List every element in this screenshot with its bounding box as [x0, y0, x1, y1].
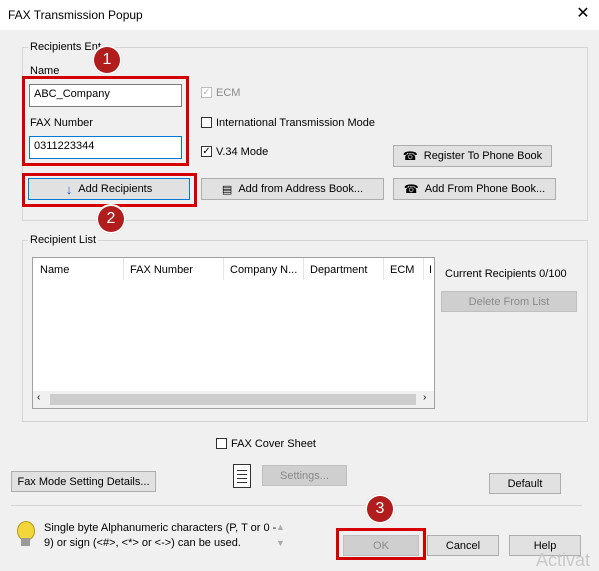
fax-number-field[interactable]: 0311223344: [29, 136, 182, 159]
add-recipients-label: Add Recipients: [78, 183, 153, 195]
cancel-button[interactable]: Cancel: [427, 535, 499, 556]
column-header-department[interactable]: Department: [310, 264, 367, 276]
scroll-left-icon[interactable]: ‹: [37, 392, 40, 403]
close-icon[interactable]: ✕: [574, 4, 592, 24]
lightbulb-icon: [15, 521, 37, 551]
add-recipients-button[interactable]: ↓ Add Recipients: [28, 178, 190, 200]
hint-text-line1: Single byte Alphanumeric characters (P, …: [44, 522, 277, 534]
activation-watermark: Activat: [536, 550, 591, 570]
recipient-table[interactable]: Name FAX Number Company N... Department …: [32, 257, 435, 409]
divider: [11, 505, 582, 506]
column-divider: [223, 258, 224, 280]
hint-text-line2: 9) or sign (<#>, <*> or <->) can be used…: [44, 537, 241, 549]
v34-mode-checkbox[interactable]: ✓: [201, 146, 212, 157]
column-divider: [383, 258, 384, 280]
column-divider: [303, 258, 304, 280]
horizontal-scrollbar[interactable]: ‹ ›: [33, 391, 434, 408]
default-button[interactable]: Default: [489, 473, 561, 494]
intl-mode-label: International Transmission Mode: [216, 117, 375, 129]
column-divider: [423, 258, 424, 280]
register-phone-book-label: Register To Phone Book: [423, 150, 543, 162]
scroll-thumb[interactable]: [50, 394, 416, 405]
delete-from-list-button[interactable]: Delete From List: [441, 291, 577, 312]
arrow-down-icon: ↓: [65, 181, 73, 197]
table-header: Name FAX Number Company N... Department …: [33, 258, 434, 282]
column-header-company[interactable]: Company N...: [230, 264, 297, 276]
column-header-name[interactable]: Name: [40, 264, 69, 276]
column-header-ecm[interactable]: ECM: [390, 264, 414, 276]
document-icon: [233, 464, 251, 488]
add-address-book-label: Add from Address Book...: [238, 183, 364, 195]
column-header-i[interactable]: I: [429, 264, 432, 276]
column-divider: [123, 258, 124, 280]
ok-button[interactable]: OK: [343, 535, 419, 556]
add-phone-book-label: Add From Phone Book...: [424, 183, 546, 195]
fax-number-label: FAX Number: [30, 117, 93, 129]
scroll-right-icon[interactable]: ›: [423, 392, 426, 403]
recipients-entry-legend: Recipients Ent: [28, 41, 103, 53]
hint-scroll-up-icon[interactable]: ▲: [276, 522, 285, 532]
add-address-book-button[interactable]: ▤ Add from Address Book...: [201, 178, 384, 200]
column-header-fax-number[interactable]: FAX Number: [130, 264, 193, 276]
register-phone-book-button[interactable]: ☎ Register To Phone Book: [393, 145, 552, 167]
phone-book-icon: ☎: [403, 182, 419, 196]
annotation-badge-3: 3: [365, 494, 395, 524]
address-book-icon: ▤: [221, 183, 233, 196]
window-title: FAX Transmission Popup: [8, 8, 143, 22]
annotation-badge-2: 2: [96, 204, 126, 234]
v34-mode-label: V.34 Mode: [216, 146, 269, 158]
current-recipients-count: Current Recipients 0/100: [445, 268, 567, 280]
add-phone-book-button[interactable]: ☎ Add From Phone Book...: [393, 178, 556, 200]
hint-scroll-down-icon[interactable]: ▼: [276, 538, 285, 548]
fax-cover-sheet-checkbox[interactable]: [216, 438, 227, 449]
name-field[interactable]: ABC_Company: [29, 84, 182, 107]
recipient-list-legend: Recipient List: [28, 234, 99, 246]
annotation-badge-1: 1: [92, 45, 122, 75]
fax-mode-setting-details-button[interactable]: Fax Mode Setting Details...: [11, 471, 156, 492]
intl-mode-checkbox[interactable]: [201, 117, 212, 128]
ecm-label: ECM: [216, 87, 241, 99]
fax-cover-sheet-label: FAX Cover Sheet: [231, 438, 316, 450]
ecm-checkbox[interactable]: ✓: [201, 87, 212, 98]
phone-book-icon: ☎: [402, 149, 418, 163]
settings-button[interactable]: Settings...: [262, 465, 347, 486]
